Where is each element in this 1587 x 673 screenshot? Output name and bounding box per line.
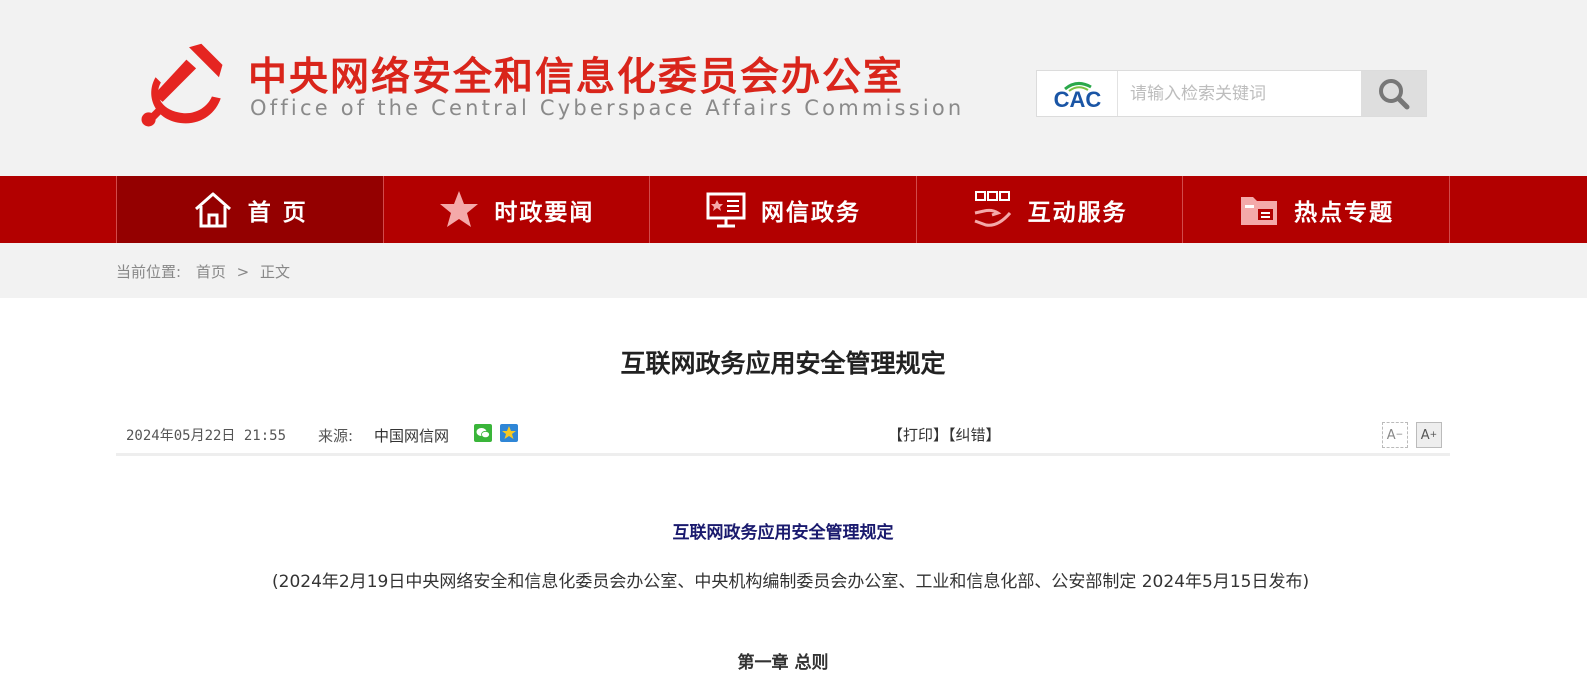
- font-decrease-button[interactable]: A −: [1382, 422, 1408, 448]
- breadcrumb-bar: 当前位置: 首页 > 正文: [0, 243, 1587, 298]
- search-input[interactable]: [1118, 71, 1361, 116]
- star-icon: [438, 189, 480, 231]
- home-icon: [192, 189, 234, 231]
- cac-logo-arc-icon: CAC: [1054, 82, 1102, 112]
- nav-item-gov-affairs[interactable]: 网信政务: [650, 176, 917, 243]
- article-date: 2024年05月22日 21:55: [126, 428, 287, 444]
- breadcrumb-current: 正文: [260, 263, 291, 281]
- wechat-share-icon[interactable]: [474, 424, 492, 442]
- source-label: 来源:: [318, 427, 354, 445]
- site-header: 中央网络安全和信息化委员会办公室 Office of the Central C…: [0, 0, 1587, 176]
- qzone-share-icon[interactable]: [500, 424, 518, 442]
- article-source: 中国网信网: [374, 427, 450, 445]
- font-increase-label: A: [1420, 427, 1430, 443]
- correct-link[interactable]: 【纠错】: [948, 426, 1001, 444]
- breadcrumb: 当前位置: 首页 > 正文: [116, 261, 290, 282]
- article-meta-bar: 2024年05月22日 21:55 来源: 中国网信网 【打印】【纠错】 A − …: [116, 418, 1450, 456]
- article-title: 互联网政务应用安全管理规定: [620, 349, 946, 378]
- body-paragraph: (2024年2月19日中央网络安全和信息化委员会办公室、中央机构编制委员会办公室…: [272, 572, 1310, 592]
- font-increase-button[interactable]: A +: [1416, 422, 1442, 448]
- breadcrumb-home-link[interactable]: 首页: [196, 263, 226, 281]
- chapter-heading: 第一章 总则: [737, 653, 829, 673]
- search-box: CAC: [1036, 70, 1427, 117]
- nav-item-label: 互动服务: [1027, 199, 1128, 226]
- nav-item-home[interactable]: 首 页: [117, 176, 384, 243]
- site-title-cn[interactable]: 中央网络安全和信息化委员会办公室: [248, 46, 904, 102]
- site-title-en: Office of the Central Cyberspace Affairs…: [250, 96, 965, 120]
- print-link[interactable]: 【打印】: [888, 426, 948, 444]
- nav-item-label: 时政要闻: [494, 199, 595, 226]
- hand-service-icon: [972, 189, 1014, 231]
- folder-icon: [1238, 189, 1280, 231]
- body-title: 互联网政务应用安全管理规定: [672, 523, 894, 543]
- article-actions: 【打印】【纠错】: [888, 424, 1001, 445]
- nav-item-label: 网信政务: [760, 199, 861, 226]
- font-decrease-label: A: [1386, 427, 1396, 443]
- nav-item-label: 热点专题: [1294, 199, 1395, 226]
- cac-logo[interactable]: CAC: [1037, 71, 1118, 116]
- monitor-icon: [705, 189, 747, 231]
- cac-logo-text: CAC: [1054, 87, 1102, 112]
- party-emblem-icon[interactable]: [138, 42, 226, 130]
- breadcrumb-separator: >: [236, 263, 250, 281]
- nav-item-interactive[interactable]: 互动服务: [917, 176, 1184, 243]
- nav-item-label: 首 页: [247, 199, 308, 226]
- search-button[interactable]: [1361, 71, 1426, 116]
- breadcrumb-label: 当前位置:: [116, 263, 182, 281]
- search-icon: [1378, 78, 1409, 109]
- main-nav: 首 页 时政要闻 网信政务 互动服务 热点专题: [0, 176, 1587, 243]
- nav-item-news[interactable]: 时政要闻: [384, 176, 651, 243]
- nav-item-topics[interactable]: 热点专题: [1183, 176, 1450, 243]
